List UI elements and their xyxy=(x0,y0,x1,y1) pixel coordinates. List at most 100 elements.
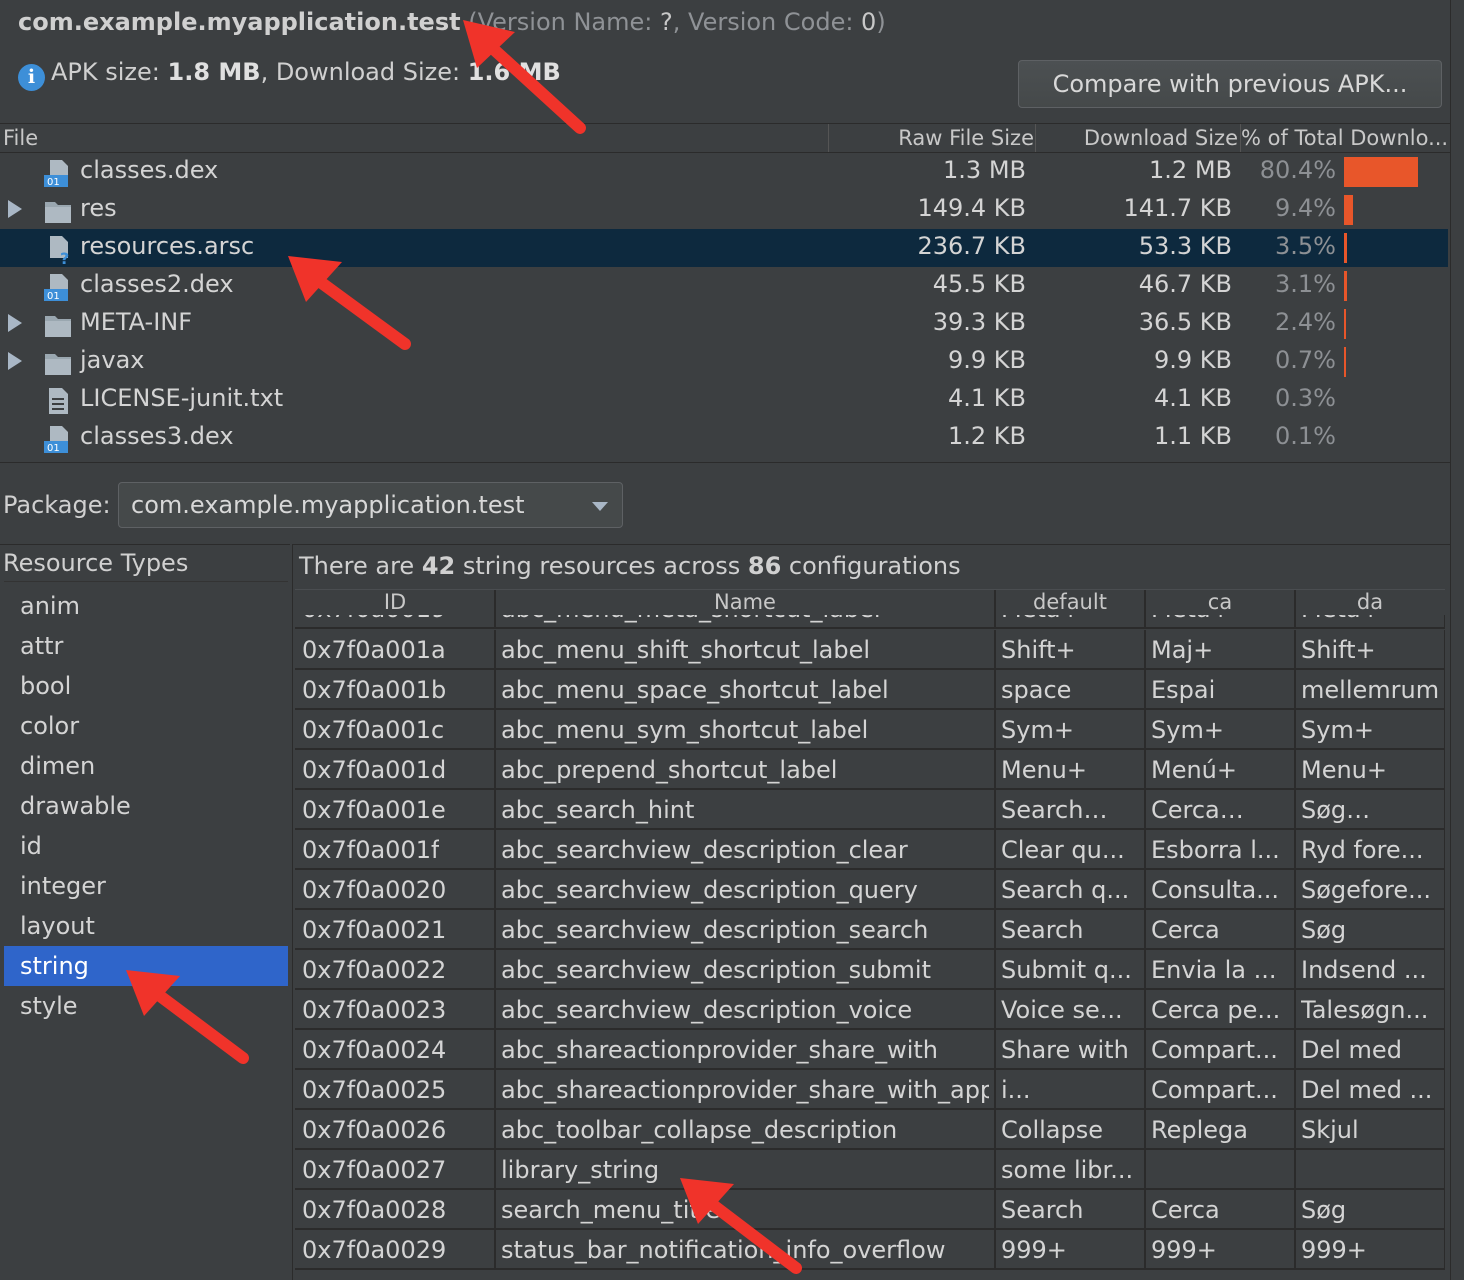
file-row[interactable]: res 149.4 KB 141.7 KB 9.4% xyxy=(0,191,1448,229)
file-row[interactable]: 01 classes3.dex 1.2 KB 1.1 KB 0.1% xyxy=(0,419,1448,457)
table-row[interactable]: 0x7f0a001b abc_menu_space_shortcut_label s… xyxy=(295,670,1445,710)
string-name: abc_searchview_description_clear xyxy=(501,836,908,864)
column-name[interactable]: Name xyxy=(496,590,994,614)
expand-arrow-icon[interactable] xyxy=(8,314,22,332)
value-ca: Compart... xyxy=(1151,1036,1278,1064)
annotation-arrow-string xyxy=(126,970,249,1064)
resource-type-dimen[interactable]: dimen xyxy=(4,746,288,786)
table-row[interactable]: 0x7f0a001d abc_prepend_shortcut_label Menu… xyxy=(295,750,1445,790)
table-row[interactable]: 0x7f0a0025 abc_shareactionprovider_share_… xyxy=(295,1070,1445,1110)
resource-type-id[interactable]: id xyxy=(4,826,288,866)
resource-type-bool[interactable]: bool xyxy=(4,666,288,706)
resource-type-layout[interactable]: layout xyxy=(4,906,288,946)
value-ca: Consulta... xyxy=(1151,876,1280,904)
value-da: Søg… xyxy=(1301,796,1371,824)
table-row[interactable]: 0x7f0a0024 abc_shareactionprovider_share_… xyxy=(295,1030,1445,1070)
file-row[interactable]: javax 9.9 KB 9.9 KB 0.7% xyxy=(0,343,1448,381)
column-ca[interactable]: ca xyxy=(1146,590,1294,614)
string-table-header: ID Name default ca da xyxy=(295,589,1445,616)
file-row[interactable]: LICENSE-junit.txt 4.1 KB 4.1 KB 0.3% xyxy=(0,381,1448,419)
folder-icon xyxy=(44,196,72,226)
value-default: Collapse xyxy=(1001,1116,1103,1144)
table-row[interactable]: 0x7f0a001a abc_menu_shift_shortcut_label S… xyxy=(295,630,1445,670)
download-size: 53.3 KB xyxy=(1138,232,1232,260)
value-default: space xyxy=(1001,676,1072,704)
value-ca: Cerca pe... xyxy=(1151,996,1281,1024)
column-default[interactable]: default xyxy=(996,590,1144,614)
string-id: 0x7f0a0028 xyxy=(302,1196,447,1224)
value-ca: Envia la ... xyxy=(1151,956,1277,984)
table-row[interactable]: 0x7f0a0022 abc_searchview_description_sub… xyxy=(295,950,1445,990)
table-row[interactable]: 0x7f0a0027 library_string some libr... xyxy=(295,1150,1445,1190)
raw-file-size: 4.1 KB xyxy=(948,384,1026,412)
resource-type-integer[interactable]: integer xyxy=(4,866,288,906)
column-download-size[interactable]: Download Size xyxy=(1084,126,1238,150)
value-ca: Menú+ xyxy=(1151,756,1238,784)
file-name: resources.arsc xyxy=(80,232,255,260)
resource-types-panel: Resource Types anim attr bool color dimen dra… xyxy=(0,544,290,1280)
table-row-partial[interactable]: 0x7f0a0019 abc_menu_meta_shortcut_label Me… xyxy=(295,615,1445,629)
table-row[interactable]: 0x7f0a001e abc_search_hint Search… Cerca… Sø… xyxy=(295,790,1445,830)
column-da[interactable]: da xyxy=(1296,590,1444,614)
file-name: javax xyxy=(80,346,145,374)
expand-arrow-icon[interactable] xyxy=(8,200,22,218)
apk-size-value: 1.8 MB xyxy=(167,58,261,86)
value-ca: Sym+ xyxy=(1151,716,1224,744)
table-row[interactable]: 0x7f0a001f abc_searchview_description_cle… xyxy=(295,830,1445,870)
value-default: Search xyxy=(1001,916,1084,944)
column-file[interactable]: File xyxy=(3,126,38,150)
raw-file-size: 39.3 KB xyxy=(932,308,1026,336)
table-row[interactable]: 0x7f0a001c abc_menu_sym_shortcut_label Sym… xyxy=(295,710,1445,750)
table-row[interactable]: 0x7f0a0023 abc_searchview_description_voi… xyxy=(295,990,1445,1030)
app-title: com.example.myapplication.test (Version … xyxy=(18,8,886,36)
resource-type-anim[interactable]: anim xyxy=(4,586,288,626)
raw-file-size: 45.5 KB xyxy=(932,270,1026,298)
value-default: Search q... xyxy=(1001,876,1130,904)
size-share-bar xyxy=(1344,195,1353,225)
string-id: 0x7f0a0029 xyxy=(302,1236,447,1264)
value-da: Søg xyxy=(1301,1196,1347,1224)
resource-type-drawable[interactable]: drawable xyxy=(4,786,288,826)
table-row[interactable]: 0x7f0a0029 status_bar_notification_info_o… xyxy=(295,1230,1445,1270)
percent-of-total: 3.5% xyxy=(1275,232,1336,260)
column-id[interactable]: ID xyxy=(295,590,495,614)
file-table: 01 classes.dex 1.3 MB 1.2 MB 80.4% res 149.4 K… xyxy=(0,153,1450,461)
package-row: Package: com.example.myapplication.test xyxy=(0,462,1450,544)
value-da: Ryd fore... xyxy=(1301,836,1424,864)
expand-arrow-icon[interactable] xyxy=(8,352,22,370)
value-da: Del med ... xyxy=(1301,1076,1433,1104)
string-id: 0x7f0a001b xyxy=(302,676,447,704)
dex-file-icon: 01 xyxy=(44,424,72,454)
table-row[interactable]: 0x7f0a0026 abc_toolbar_collapse_descripti… xyxy=(295,1110,1445,1150)
value-ca: Cerca… xyxy=(1151,796,1244,824)
table-row[interactable]: 0x7f0a0021 abc_searchview_description_sea… xyxy=(295,910,1445,950)
column-raw-size[interactable]: Raw File Size xyxy=(898,126,1034,150)
value-default: Sym+ xyxy=(1001,716,1074,744)
string-id: 0x7f0a001d xyxy=(302,756,447,784)
table-row[interactable]: 0x7f0a0020 abc_searchview_description_que… xyxy=(295,870,1445,910)
file-row[interactable]: ? resources.arsc 236.7 KB 53.3 KB 3.5% xyxy=(0,229,1448,268)
package-dropdown[interactable]: com.example.myapplication.test xyxy=(118,482,623,528)
annotation-arrow-library-string xyxy=(680,1178,802,1274)
file-row[interactable]: META-INF 39.3 KB 36.5 KB 2.4% xyxy=(0,305,1448,343)
compare-previous-apk-button[interactable]: Compare with previous APK... xyxy=(1018,60,1442,108)
package-dropdown-value: com.example.myapplication.test xyxy=(131,491,525,519)
file-row[interactable]: 01 classes.dex 1.3 MB 1.2 MB 80.4% xyxy=(0,153,1448,191)
percent-of-total: 2.4% xyxy=(1275,308,1336,336)
file-table-header: File Raw File Size Download Size % of To… xyxy=(0,123,1450,153)
resource-type-attr[interactable]: attr xyxy=(4,626,288,666)
value-da: Meta+ xyxy=(1301,615,1381,623)
percent-of-total: 80.4% xyxy=(1259,156,1336,184)
string-name: abc_search_hint xyxy=(501,796,695,824)
resource-type-color[interactable]: color xyxy=(4,706,288,746)
value-ca: Replega xyxy=(1151,1116,1248,1144)
file-row[interactable]: 01 classes2.dex 45.5 KB 46.7 KB 3.1% xyxy=(0,267,1448,305)
string-table-body[interactable]: 0x7f0a0019 abc_menu_meta_shortcut_label Me… xyxy=(295,615,1445,1275)
string-name: abc_searchview_description_search xyxy=(501,916,929,944)
info-icon: i xyxy=(18,64,45,91)
size-share-bar xyxy=(1344,309,1346,339)
value-default: i... xyxy=(1001,1076,1031,1104)
folder-icon xyxy=(44,310,72,340)
table-row[interactable]: 0x7f0a0028 search_menu_title Search Cerca Sø… xyxy=(295,1190,1445,1230)
column-percent-total[interactable]: % of Total Downlo... xyxy=(1241,126,1448,150)
